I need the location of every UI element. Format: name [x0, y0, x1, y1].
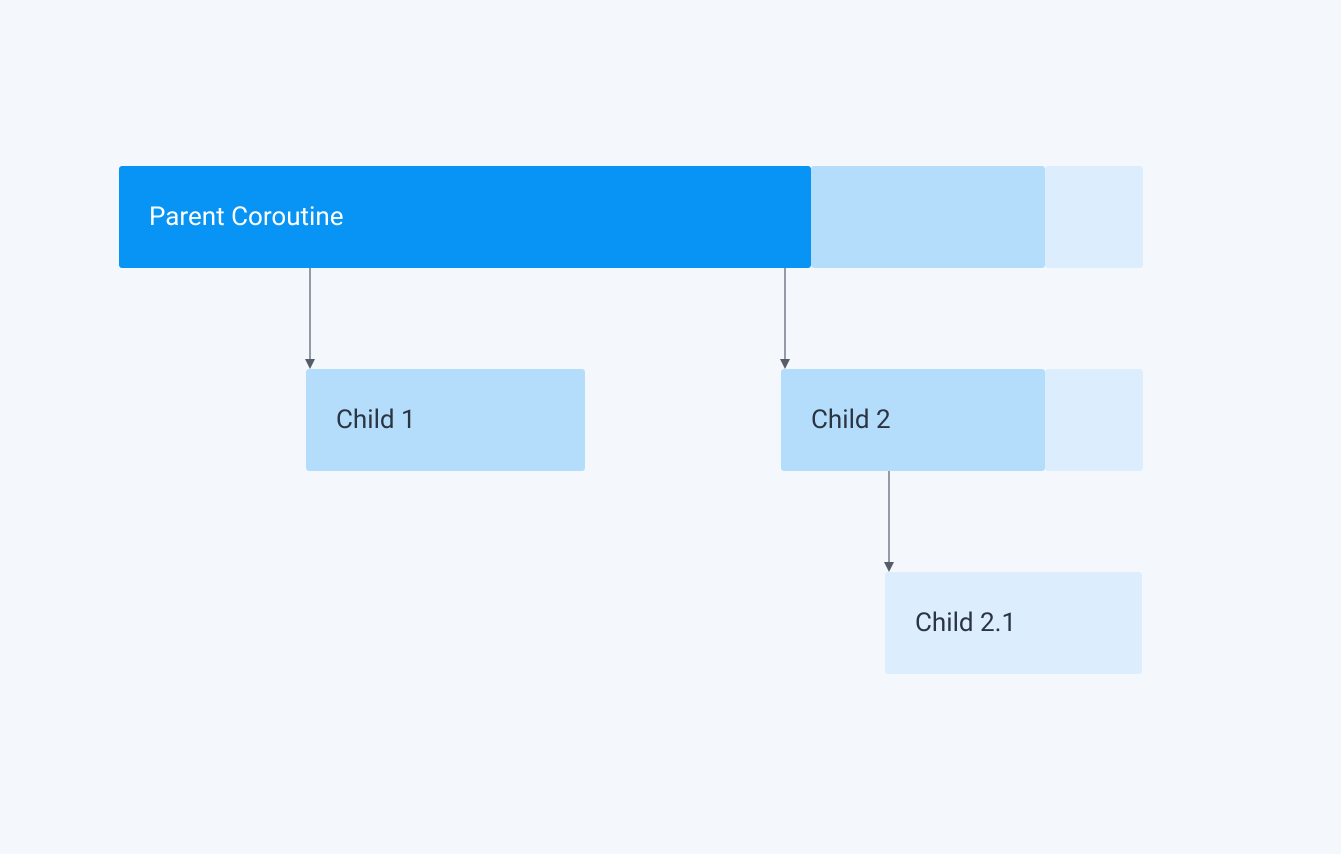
child-2-1-bar: Child 2.1 — [885, 572, 1142, 674]
child-2-1-label: Child 2.1 — [915, 608, 1016, 638]
child-2-extension — [1045, 369, 1143, 471]
arrowhead-child2-to-child21 — [884, 562, 894, 572]
parent-coroutine-label: Parent Coroutine — [149, 202, 344, 232]
child-1-label: Child 1 — [336, 405, 416, 435]
child-2-bar: Child 2 — [781, 369, 1045, 471]
coroutine-hierarchy-diagram: Parent Coroutine Child 1 Child 2 Child 2… — [0, 0, 1341, 854]
child-2-label: Child 2 — [811, 405, 891, 435]
parent-coroutine-extension-1 — [811, 166, 1045, 268]
parent-coroutine-bar: Parent Coroutine — [119, 166, 811, 268]
arrowhead-parent-to-child2 — [780, 359, 790, 369]
parent-coroutine-extension-2 — [1045, 166, 1143, 268]
arrowhead-parent-to-child1 — [305, 359, 315, 369]
child-1-bar: Child 1 — [306, 369, 585, 471]
